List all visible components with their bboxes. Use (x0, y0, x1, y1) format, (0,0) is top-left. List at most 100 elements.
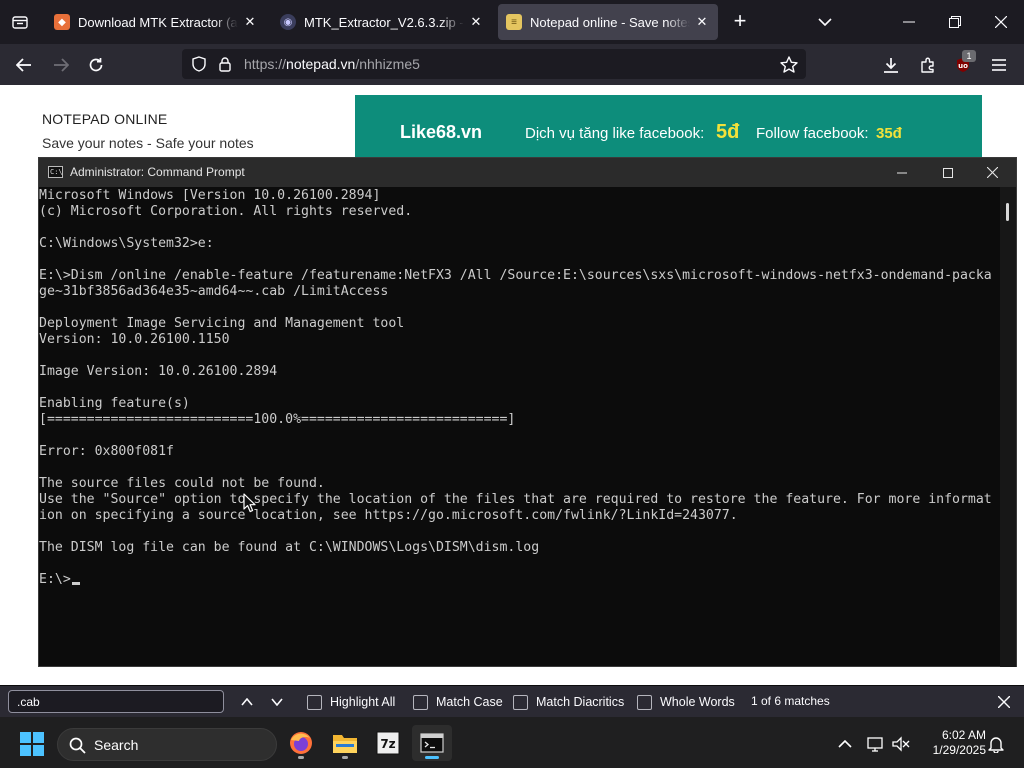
minimize-icon (903, 21, 915, 23)
banner-brand: Like68.vn (400, 122, 483, 142)
command-prompt-window[interactable]: C:\ Administrator: Command Prompt Micros… (38, 157, 1017, 667)
checkbox-box[interactable] (307, 694, 322, 710)
browser-restore-button[interactable] (932, 0, 978, 44)
console-line-text: The source files could not be found. (39, 476, 325, 491)
find-previous-button[interactable] (235, 691, 259, 713)
checkbox-label: Highlight All (330, 695, 396, 709)
show-hidden-icons-button[interactable] (835, 734, 855, 754)
checkbox-box[interactable] (637, 694, 652, 710)
console-line-text: C:\Windows\System32>e: (39, 236, 214, 251)
close-icon (998, 696, 1010, 708)
arrow-left-icon (16, 58, 31, 72)
highlight-all-checkbox[interactable]: Highlight All (307, 693, 395, 711)
system-clock[interactable]: 6:02 AM 1/29/2025 (914, 728, 986, 758)
url-host: notepad.vn (286, 56, 356, 72)
match-case-checkbox[interactable]: Match Case (413, 693, 503, 711)
firefox-view-icon (12, 16, 28, 29)
chevron-up-icon (838, 740, 852, 748)
network-status-button[interactable] (866, 734, 886, 754)
taskbar-app-command-prompt[interactable] (412, 725, 452, 761)
console-line: E:\> (39, 572, 80, 588)
url-text[interactable]: https://notepad.vn/nhhizme5 (244, 56, 420, 72)
ad-banner[interactable]: Like68.vn Dịch vụ tăng like facebook: 5đ… (355, 95, 982, 157)
find-next-button[interactable] (265, 691, 289, 713)
whole-words-checkbox[interactable]: Whole Words (637, 693, 735, 711)
tab-mtk-extractor-zip[interactable]: ◉ MTK_Extractor_V2.6.3.zip - Andr ✕ (272, 4, 492, 40)
folder-icon (333, 735, 357, 753)
find-input[interactable] (8, 690, 224, 713)
site-favicon-icon: ◆ (54, 14, 70, 30)
extensions-button[interactable] (913, 50, 943, 80)
volume-button[interactable] (891, 734, 911, 754)
banner-price: 5đ (716, 121, 740, 143)
checkbox-label: Whole Words (660, 695, 735, 709)
bookmark-star-icon[interactable] (780, 55, 798, 73)
list-all-tabs-button[interactable] (814, 11, 836, 33)
checkbox-label: Match Case (436, 695, 503, 709)
downloads-button[interactable] (876, 50, 906, 80)
console-line: Microsoft Windows [Version 10.0.26100.28… (39, 188, 380, 204)
console-line: Use the "Source" option to specify the l… (39, 492, 992, 508)
network-offline-icon (867, 737, 883, 752)
cmd-title-bar[interactable]: C:\ Administrator: Command Prompt (39, 158, 1016, 187)
lock-icon[interactable] (216, 55, 234, 73)
back-button[interactable] (9, 50, 39, 80)
notepad-favicon-icon: ≡ (506, 14, 522, 30)
cmd-app-icon: C:\ (48, 166, 63, 178)
search-label: Search (94, 737, 139, 753)
tab-close-icon[interactable]: ✕ (694, 14, 710, 30)
console-line-text: Use the "Source" option to specify the l… (39, 492, 992, 507)
close-icon (995, 16, 1007, 28)
minimize-icon (896, 172, 907, 173)
browser-nav-toolbar: https://notepad.vn/nhhizme5 uo (0, 44, 1024, 85)
reload-button[interactable] (81, 50, 111, 80)
console-line: The source files could not be found. (39, 476, 325, 492)
taskbar-app-file-explorer[interactable] (325, 725, 365, 761)
find-close-button[interactable] (992, 690, 1016, 714)
console-scrollbar[interactable] (1000, 187, 1016, 667)
cmd-maximize-button[interactable] (925, 158, 970, 187)
console-line-text: ge~31bf3856ad364e35~amd64~~.cab /LimitAc… (39, 284, 389, 299)
console-line-text: Microsoft Windows [Version 10.0.26100.28… (39, 188, 381, 203)
console-line-text: Error: 0x800f081f (39, 444, 174, 459)
checkbox-box[interactable] (513, 694, 528, 710)
taskbar-app-firefox[interactable] (281, 725, 321, 761)
console-line: Version: 10.0.26100.1150 (39, 332, 230, 348)
puzzle-icon (921, 57, 934, 73)
site-title[interactable]: NOTEPAD ONLINE (42, 111, 167, 127)
match-diacritics-checkbox[interactable]: Match Diacritics (513, 693, 624, 711)
notifications-button[interactable] (986, 734, 1006, 754)
7zip-icon: 7z (376, 731, 400, 755)
tab-close-icon[interactable]: ✕ (242, 14, 258, 30)
window-title: Administrator: Command Prompt (70, 165, 245, 179)
browser-minimize-button[interactable] (886, 0, 932, 44)
checkbox-box[interactable] (413, 694, 428, 710)
new-tab-button[interactable]: + (728, 10, 752, 34)
console-line: The DISM log file can be found at C:\WIN… (39, 540, 539, 556)
maximize-icon (942, 167, 953, 178)
cmd-close-button[interactable] (970, 158, 1015, 187)
windows-start-icon[interactable] (19, 731, 45, 757)
tab-mtk-extractor-download[interactable]: ◆ Download MTK Extractor (all ve ✕ (46, 4, 266, 40)
cmd-minimize-button[interactable] (879, 158, 924, 187)
address-bar[interactable]: https://notepad.vn/nhhizme5 (182, 49, 806, 79)
chevron-up-icon (241, 698, 253, 706)
forward-button[interactable] (46, 50, 76, 80)
text-cursor (71, 582, 80, 585)
taskbar-search-box[interactable]: Search (57, 728, 277, 761)
console-line-text: (c) Microsoft Corporation. All rights re… (39, 204, 413, 219)
console-output[interactable]: Microsoft Windows [Version 10.0.26100.28… (39, 187, 999, 667)
console-line: C:\Windows\System32>e: (39, 236, 214, 252)
chevron-down-icon (271, 698, 283, 706)
tab-close-icon[interactable]: ✕ (468, 14, 484, 30)
firefox-view-button[interactable] (6, 9, 34, 35)
clock-date: 1/29/2025 (932, 743, 986, 757)
app-menu-button[interactable] (984, 50, 1014, 80)
console-line: ge~31bf3856ad364e35~amd64~~.cab /LimitAc… (39, 284, 388, 300)
browser-close-button[interactable] (978, 0, 1024, 44)
tracking-protection-shield-icon[interactable] (190, 55, 208, 73)
taskbar-app-7zip[interactable]: 7z (368, 725, 408, 761)
tab-notepad-online[interactable]: ≡ Notepad online - Save notes on ✕ (498, 4, 718, 40)
banner-text: Follow facebook: (756, 125, 869, 142)
scrollbar-thumb[interactable] (1006, 203, 1009, 221)
